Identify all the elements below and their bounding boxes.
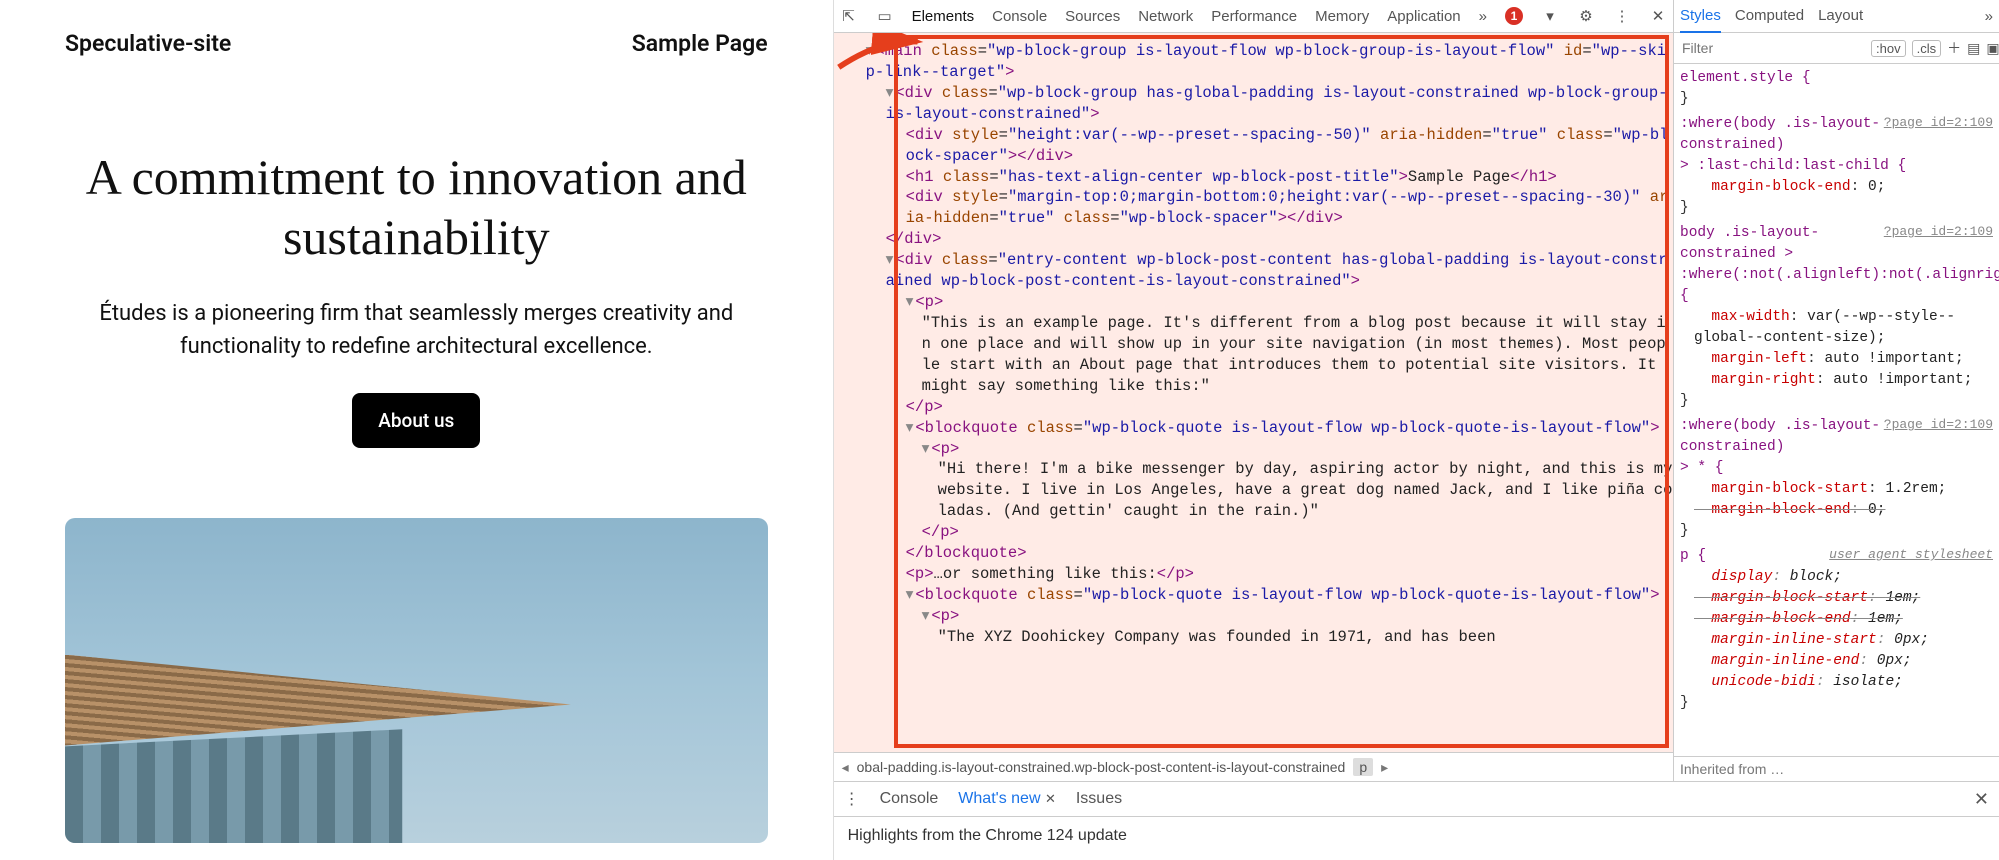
dom-node[interactable]: </div> xyxy=(844,229,1673,250)
dom-node[interactable]: "This is an example page. It's different… xyxy=(844,313,1673,397)
styles-filter-row: :hov .cls ＋ ▤ ▣ xyxy=(1674,33,1999,64)
nav-sample-page[interactable]: Sample Page xyxy=(632,30,768,57)
dom-node[interactable]: </p> xyxy=(844,522,1673,543)
dom-node[interactable]: ▾<blockquote class="wp-block-quote is-la… xyxy=(844,418,1673,439)
dom-node[interactable]: ▾<p> xyxy=(844,606,1673,627)
tab-styles[interactable]: Styles xyxy=(1680,0,1721,33)
drawer-tab-whatsnew[interactable]: What's new ✕ xyxy=(958,790,1056,808)
styles-panel: Styles Computed Layout » :hov .cls ＋ ▤ ▣… xyxy=(1673,0,1999,781)
tab-network[interactable]: Network xyxy=(1138,8,1193,25)
dom-node[interactable]: ▾<p> xyxy=(844,292,1673,313)
styles-overflow-icon[interactable]: » xyxy=(1985,8,1993,25)
styles-tabs: Styles Computed Layout » xyxy=(1674,0,1999,33)
cls-toggle[interactable]: .cls xyxy=(1912,40,1942,57)
crumb-path[interactable]: obal-padding.is-layout-constrained.wp-bl… xyxy=(857,759,1346,775)
new-rule-icon[interactable]: ＋ xyxy=(1947,38,1961,58)
drawer-tab-issues[interactable]: Issues xyxy=(1076,790,1122,808)
drawer-close-icon[interactable]: ✕ xyxy=(1974,789,1989,810)
elements-panel: ⇱ ▭ Elements Console Sources Network Per… xyxy=(834,0,1673,781)
crumb-next-icon[interactable]: ▸ xyxy=(1381,759,1388,776)
tab-sources[interactable]: Sources xyxy=(1065,8,1120,25)
hero: A commitment to innovation and sustainab… xyxy=(10,147,823,448)
device-toggle-icon[interactable]: ▭ xyxy=(876,7,894,25)
drawer-kebab-icon[interactable]: ⋮ xyxy=(844,789,860,809)
dom-node[interactable]: </blockquote> xyxy=(844,543,1673,564)
css-rules[interactable]: element.style {}?page_id=2:109:where(bod… xyxy=(1674,64,1999,756)
breadcrumb-bar[interactable]: ◂ obal-padding.is-layout-constrained.wp-… xyxy=(834,752,1673,781)
site-title[interactable]: Speculative-site xyxy=(65,30,231,57)
gear-icon[interactable]: ⚙ xyxy=(1577,7,1595,25)
about-us-button[interactable]: About us xyxy=(352,393,480,448)
dom-node[interactable]: <div style="margin-top:0;margin-bottom:0… xyxy=(844,187,1673,229)
dom-node[interactable]: "Hi there! I'm a bike messenger by day, … xyxy=(844,459,1673,522)
tab-memory[interactable]: Memory xyxy=(1315,8,1369,25)
dom-node[interactable]: "The XYZ Doohickey Company was founded i… xyxy=(844,627,1673,648)
drawer-tab-console[interactable]: Console xyxy=(880,790,939,808)
more-icon[interactable]: ▾ xyxy=(1541,7,1559,25)
drawer-tabs: ⋮ Console What's new ✕ Issues ✕ xyxy=(834,782,1999,817)
dom-node[interactable]: <h1 class="has-text-align-center wp-bloc… xyxy=(844,167,1673,188)
crumb-selected[interactable]: p xyxy=(1353,758,1373,776)
hero-image xyxy=(65,518,768,843)
inspect-icon[interactable]: ⇱ xyxy=(840,7,858,25)
box-icon[interactable]: ▣ xyxy=(1986,40,1999,57)
dom-node[interactable]: ▾<p> xyxy=(844,439,1673,460)
dom-tree[interactable]: ▾<main class="wp-block-group is-layout-f… xyxy=(834,33,1673,752)
tab-layout[interactable]: Layout xyxy=(1818,0,1863,32)
dom-node[interactable]: <p>…or something like this:</p> xyxy=(844,564,1673,585)
inherited-from: Inherited from … xyxy=(1674,756,1999,781)
crumb-prev-icon[interactable]: ◂ xyxy=(842,759,849,776)
dom-node[interactable]: ▾<main class="wp-block-group is-layout-f… xyxy=(844,41,1673,83)
error-count-badge[interactable]: 1 xyxy=(1505,7,1523,25)
hov-toggle[interactable]: :hov xyxy=(1871,40,1906,57)
dom-node[interactable]: <div style="height:var(--wp--preset--spa… xyxy=(844,125,1673,167)
dom-node[interactable]: ▾<div class="entry-content wp-block-post… xyxy=(844,250,1673,292)
devtools-main-tabs: ⇱ ▭ Elements Console Sources Network Per… xyxy=(834,0,1673,33)
dom-node[interactable]: </p> xyxy=(844,397,1673,418)
devtools-drawer: ⋮ Console What's new ✕ Issues ✕ Highligh… xyxy=(834,781,1999,860)
tab-application[interactable]: Application xyxy=(1387,8,1460,25)
website-preview: Speculative-site Sample Page A commitmen… xyxy=(0,0,833,860)
flex-icon[interactable]: ▤ xyxy=(1967,40,1980,57)
close-tab-icon[interactable]: ✕ xyxy=(1045,791,1056,806)
tab-performance[interactable]: Performance xyxy=(1211,8,1297,25)
tab-computed[interactable]: Computed xyxy=(1735,0,1804,32)
hero-subtitle: Études is a pioneering firm that seamles… xyxy=(65,297,768,363)
kebab-icon[interactable]: ⋮ xyxy=(1613,7,1631,25)
tab-elements[interactable]: Elements xyxy=(912,8,975,25)
site-header: Speculative-site Sample Page xyxy=(10,30,823,57)
close-icon[interactable]: ✕ xyxy=(1649,7,1667,25)
tab-console[interactable]: Console xyxy=(992,8,1047,25)
dom-node[interactable]: ▾<blockquote class="wp-block-quote is-la… xyxy=(844,585,1673,606)
styles-filter-input[interactable] xyxy=(1680,39,1865,57)
dom-node[interactable]: ▾<div class="wp-block-group has-global-p… xyxy=(844,83,1673,125)
hero-heading: A commitment to innovation and sustainab… xyxy=(65,147,768,267)
drawer-body: Highlights from the Chrome 124 update xyxy=(834,817,1999,855)
tabs-overflow-icon[interactable]: » xyxy=(1479,8,1487,25)
devtools-panel: ⇱ ▭ Elements Console Sources Network Per… xyxy=(833,0,1999,860)
